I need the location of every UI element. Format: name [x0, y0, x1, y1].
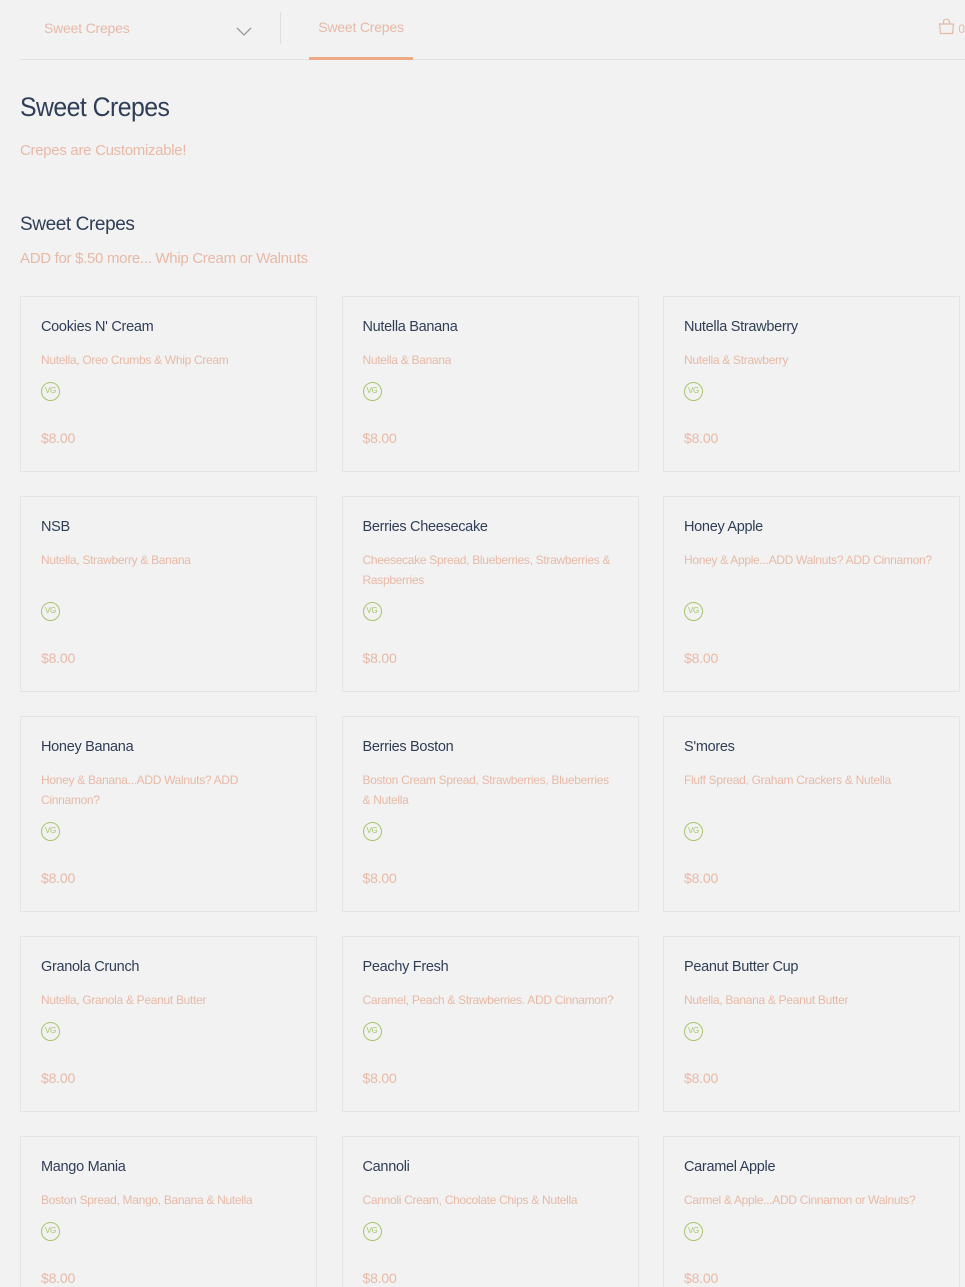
item-price: $8.00	[41, 870, 76, 886]
menu-item-card[interactable]: Peanut Butter Cup Nutella, Banana & Pean…	[663, 936, 960, 1112]
menu-item-card[interactable]: Cookies N' Cream Nutella, Oreo Crumbs & …	[20, 296, 317, 472]
menu-item-card[interactable]: NSB Nutella, Strawberry & Banana VG $8.0…	[20, 496, 317, 692]
item-description: Honey & Banana...ADD Walnuts? ADD Cinnam…	[41, 773, 239, 807]
shopping-bag-icon	[938, 18, 955, 40]
item-name: Granola Crunch	[41, 959, 140, 975]
menu-select-dropdown[interactable]: Sweet Crepes	[20, 0, 260, 58]
tab-sweet-crepes[interactable]: Sweet Crepes	[309, 0, 413, 60]
vegetarian-badge-icon: VG	[362, 822, 382, 841]
item-description: Nutella, Strawberry & Banana	[41, 553, 191, 567]
cart-count: 0	[958, 22, 965, 36]
item-description: Nutella, Banana & Peanut Butter	[684, 993, 849, 1007]
item-description: Cannoli Cream, Chocolate Chips & Nutella	[362, 1193, 578, 1207]
menu-item-card[interactable]: Honey Banana Honey & Banana...ADD Walnut…	[20, 716, 317, 912]
menu-item-card[interactable]: Cannoli Cannoli Cream, Chocolate Chips &…	[341, 1136, 639, 1287]
item-name: S'mores	[684, 739, 735, 755]
item-price: $8.00	[684, 1070, 719, 1086]
item-name: Nutella Banana	[362, 319, 458, 335]
item-price: $8.00	[684, 1270, 719, 1286]
item-price: $8.00	[362, 1270, 397, 1286]
item-price: $8.00	[41, 1270, 76, 1286]
item-price: $8.00	[41, 430, 76, 446]
menu-item-card[interactable]: Nutella Strawberry Nutella & Strawberry …	[663, 296, 960, 472]
item-name: Peachy Fresh	[362, 959, 449, 975]
section-title: Sweet Crepes	[20, 214, 135, 235]
item-description: Carmel & Apple...ADD Cinnamon or Walnuts…	[684, 1193, 916, 1207]
vegetarian-badge-icon: VG	[362, 1222, 382, 1241]
item-name: Nutella Strawberry	[684, 319, 798, 335]
vegetarian-badge-icon: VG	[684, 602, 703, 621]
item-name: Cannoli	[362, 1159, 410, 1175]
menu-select-label: Sweet Crepes	[44, 20, 130, 36]
cart-button[interactable]: 0	[938, 18, 965, 40]
menu-item-card[interactable]: Honey Apple Honey & Apple...ADD Walnuts?…	[663, 496, 960, 692]
item-price: $8.00	[684, 870, 719, 886]
item-price: $8.00	[41, 650, 76, 666]
vegetarian-badge-icon: VG	[684, 382, 703, 401]
item-name: Honey Apple	[684, 519, 763, 535]
menu-item-card[interactable]: Caramel Apple Carmel & Apple...ADD Cinna…	[663, 1136, 960, 1287]
item-name: Berries Boston	[362, 739, 454, 755]
section-subtitle: ADD for $.50 more... Whip Cream or Walnu…	[20, 250, 308, 267]
item-name: Cookies N' Cream	[41, 319, 154, 335]
page-subtitle: Crepes are Customizable!	[20, 142, 187, 159]
vegetarian-badge-icon: VG	[684, 1022, 703, 1041]
menu-item-card[interactable]: S'mores Fluff Spread, Graham Crackers & …	[663, 716, 960, 912]
item-name: NSB	[41, 519, 70, 535]
item-name: Mango Mania	[41, 1159, 126, 1175]
item-price: $8.00	[362, 430, 397, 446]
menu-item-card[interactable]: Granola Crunch Nutella, Granola & Peanut…	[20, 936, 317, 1112]
menu-item-card[interactable]: Berries Boston Boston Cream Spread, Stra…	[341, 716, 639, 912]
item-price: $8.00	[362, 650, 397, 666]
vegetarian-badge-icon: VG	[41, 1022, 60, 1041]
top-bar: Sweet Crepes Sweet Crepes 0	[20, 0, 965, 60]
page-title: Sweet Crepes	[20, 92, 170, 122]
item-description: Fluff Spread, Graham Crackers & Nutella	[684, 773, 891, 787]
vegetarian-badge-icon: VG	[362, 382, 382, 401]
item-price: $8.00	[362, 870, 397, 886]
item-description: Cheesecake Spread, Blueberries, Strawber…	[362, 553, 611, 587]
menu-items-grid: Cookies N' Cream Nutella, Oreo Crumbs & …	[20, 296, 960, 1287]
vegetarian-badge-icon: VG	[362, 1022, 382, 1041]
vegetarian-badge-icon: VG	[41, 822, 60, 841]
item-description: Boston Cream Spread, Strawberries, Blueb…	[362, 773, 610, 807]
item-description: Boston Spread, Mango, Banana & Nutella	[41, 1193, 253, 1207]
menu-item-card[interactable]: Nutella Banana Nutella & Banana VG $8.00	[341, 296, 639, 472]
item-description: Nutella, Oreo Crumbs & Whip Cream	[41, 353, 229, 367]
tab-label: Sweet Crepes	[318, 19, 404, 35]
item-price: $8.00	[684, 430, 719, 446]
item-name: Caramel Apple	[684, 1159, 776, 1175]
chevron-down-icon	[236, 24, 252, 42]
item-name: Honey Banana	[41, 739, 134, 755]
header-divider	[280, 12, 281, 44]
item-description: Caramel, Peach & Strawberries. ADD Cinna…	[362, 993, 614, 1007]
item-price: $8.00	[362, 1070, 397, 1086]
vegetarian-badge-icon: VG	[684, 822, 703, 841]
menu-item-card[interactable]: Mango Mania Boston Spread, Mango, Banana…	[20, 1136, 317, 1287]
menu-item-card[interactable]: Peachy Fresh Caramel, Peach & Strawberri…	[341, 936, 639, 1112]
item-description: Honey & Apple...ADD Walnuts? ADD Cinnamo…	[684, 553, 932, 567]
vegetarian-badge-icon: VG	[41, 382, 60, 401]
item-description: Nutella & Strawberry	[684, 353, 789, 367]
item-name: Peanut Butter Cup	[684, 959, 799, 975]
vegetarian-badge-icon: VG	[684, 1222, 703, 1241]
vegetarian-badge-icon: VG	[41, 602, 60, 621]
active-tab-indicator	[309, 57, 413, 60]
item-name: Berries Cheesecake	[362, 519, 488, 535]
item-description: Nutella, Granola & Peanut Butter	[41, 993, 207, 1007]
item-price: $8.00	[41, 1070, 76, 1086]
item-description: Nutella & Banana	[362, 353, 452, 367]
item-price: $8.00	[684, 650, 719, 666]
vegetarian-badge-icon: VG	[41, 1222, 60, 1241]
menu-item-card[interactable]: Berries Cheesecake Cheesecake Spread, Bl…	[341, 496, 639, 692]
vegetarian-badge-icon: VG	[362, 602, 382, 621]
